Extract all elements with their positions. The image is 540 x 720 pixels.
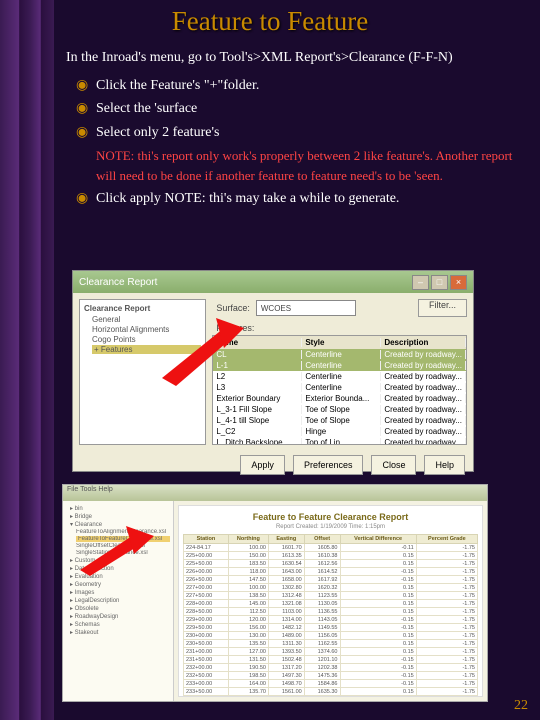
features-table[interactable]: Name Style Description CLCenterlineCreat…	[212, 335, 467, 445]
features-label: Features:	[216, 323, 467, 333]
table-row[interactable]: CLCenterlineCreated by roadway...	[213, 349, 466, 360]
col-style: Style	[302, 338, 381, 347]
report-title: Feature to Feature Clearance Report	[183, 512, 478, 522]
preferences-button[interactable]: Preferences	[293, 455, 364, 475]
table-row: 224-84.17100.001601.701605.80-0.11-1.75	[184, 544, 478, 552]
table-row: 234+00.00180.001467.001632.00-0.15-1.75	[184, 696, 478, 698]
bullet-sub: Select only 2 feature's	[76, 123, 522, 143]
table-row: 228+00.00145.001321.081130.050.15-1.75	[184, 600, 478, 608]
close-button[interactable]: ×	[450, 275, 467, 290]
note-text: NOTE: thi's report only work's properly …	[96, 146, 522, 185]
maximize-button[interactable]: □	[431, 275, 448, 290]
report-subtitle: Report Created: 1/19/2009 Time: 1:15pm	[183, 524, 478, 530]
table-row: 226+50.00147.501658.001617.92-0.15-1.75	[184, 576, 478, 584]
report-preview: Feature to Feature Clearance Report Repo…	[178, 505, 483, 697]
table-row[interactable]: L_4-1 till SlopeToe of SlopeCreated by r…	[213, 415, 466, 426]
col-desc: Description	[381, 338, 466, 347]
tree-item-selected[interactable]: + Features	[92, 345, 201, 354]
table-row: 231+00.00127.001393.501374.600.15-1.75	[184, 648, 478, 656]
dialog-clearance-report: Clearance Report – □ × Clearance Report …	[72, 270, 474, 472]
report-tree[interactable]: ▸ bin ▸ Bridge ▾ Clearance FeatureToAlig…	[63, 501, 174, 701]
table-row[interactable]: L-1CenterlineCreated by roadway...	[213, 360, 466, 371]
tree-root: Clearance Report	[84, 304, 201, 313]
bullet-sub: Click apply NOTE: thi's may take a while…	[76, 189, 522, 209]
tree-item-highlight[interactable]: FeatureToFeatureClearance.xsl	[76, 536, 170, 542]
table-row: 226+00.00118.001643.001614.52-0.15-1.75	[184, 568, 478, 576]
bullet-sub: Select the 'surface	[76, 99, 522, 119]
table-row[interactable]: Exterior BoundaryExterior Bounda...Creat…	[213, 393, 466, 404]
tree-panel[interactable]: Clearance Report General Horizontal Alig…	[79, 299, 206, 445]
table-row: 225+50.00183.501630.541612.560.15-1.75	[184, 560, 478, 568]
dialog-titlebar: Clearance Report – □ ×	[73, 271, 473, 293]
table-row: 227+00.00100.001302.801620.320.15-1.75	[184, 584, 478, 592]
table-row: 229+50.00156.001482.121149.55-0.15-1.75	[184, 624, 478, 632]
table-row: 232+50.00198.501497.301475.36-0.15-1.75	[184, 672, 478, 680]
apply-button[interactable]: Apply	[240, 455, 285, 475]
decorative-band	[0, 0, 54, 720]
table-row[interactable]: L_3-1 Fill SlopeToe of SlopeCreated by r…	[213, 404, 466, 415]
page-title: Feature to Feature	[0, 6, 540, 37]
tree-item[interactable]: Horizontal Alignments	[92, 325, 201, 334]
bullet-list: In the Inroad's menu, go to Tool's>XML R…	[66, 48, 522, 213]
tree-item[interactable]: General	[92, 315, 201, 324]
surface-combo[interactable]: WCOES	[256, 300, 356, 316]
table-row: 230+50.00135.501311.301162.550.15-1.75	[184, 640, 478, 648]
page-number: 22	[514, 698, 528, 714]
table-row: 225+00.00150.001613.351610.380.15-1.75	[184, 552, 478, 560]
minimize-button[interactable]: –	[412, 275, 429, 290]
report-titlebar: File Tools Help	[63, 485, 487, 501]
bullet-sub: Click the Feature's "+"folder.	[76, 76, 522, 96]
table-row[interactable]: L_Ditch BackslopeTop of Lin...Created by…	[213, 437, 466, 445]
surface-label: Surface:	[216, 303, 250, 313]
table-row: 233+00.00164.001498.701584.86-0.15-1.75	[184, 680, 478, 688]
bullet-main: In the Inroad's menu, go to Tool's>XML R…	[66, 48, 522, 68]
table-row: 229+00.00120.001314.001143.05-0.15-1.75	[184, 616, 478, 624]
dialog-title: Clearance Report	[79, 277, 157, 288]
tree-item[interactable]: Cogo Points	[92, 335, 201, 344]
table-row: 228+50.00112.501103.001136.550.15-1.75	[184, 608, 478, 616]
report-window: File Tools Help ▸ bin ▸ Bridge ▾ Clearan…	[62, 484, 488, 702]
table-row: 231+50.00131.501502.481201.10-0.15-1.75	[184, 656, 478, 664]
help-button[interactable]: Help	[424, 455, 465, 475]
table-row[interactable]: L_C2HingeCreated by roadway...	[213, 426, 466, 437]
filter-button[interactable]: Filter...	[418, 299, 467, 317]
table-row[interactable]: L3CenterlineCreated by roadway...	[213, 382, 466, 393]
table-row: 230+00.00130.001489.001156.050.15-1.75	[184, 632, 478, 640]
close-button[interactable]: Close	[371, 455, 416, 475]
table-row: 233+50.00135.701561.001635.300.15-1.75	[184, 688, 478, 696]
table-row: 227+50.00138.501312.481123.550.15-1.75	[184, 592, 478, 600]
table-row[interactable]: L2CenterlineCreated by roadway...	[213, 371, 466, 382]
table-row: 232+00.00190.501317.201202.38-0.15-1.75	[184, 664, 478, 672]
col-name: Name	[213, 338, 302, 347]
report-table: StationNorthingEastingOffsetVertical Dif…	[183, 534, 478, 697]
